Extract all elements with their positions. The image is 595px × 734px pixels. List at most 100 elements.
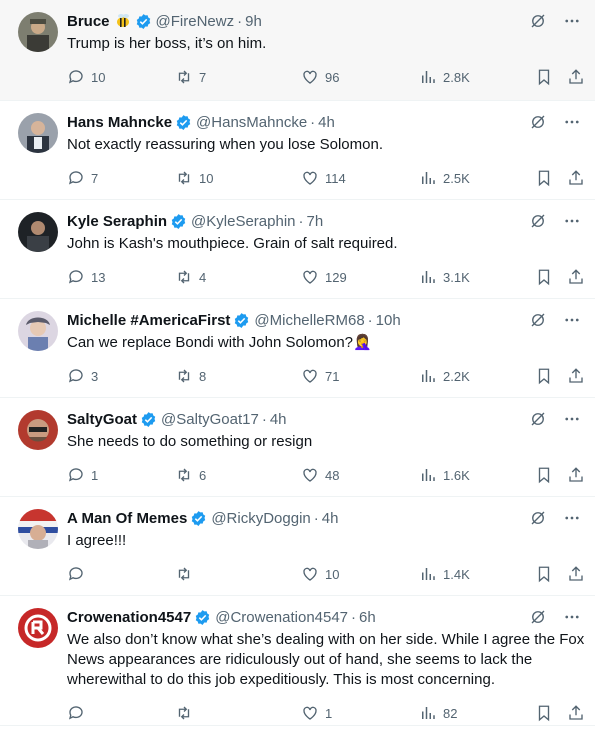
share-button[interactable]: [567, 68, 585, 86]
share-button[interactable]: [567, 704, 585, 722]
display-name[interactable]: Crowenation4547: [67, 609, 191, 626]
share-button[interactable]: [567, 565, 585, 583]
more-icon[interactable]: [563, 212, 581, 235]
reply-button[interactable]: 13: [67, 268, 105, 286]
timestamp[interactable]: 9h: [245, 13, 262, 30]
handle[interactable]: @KyleSeraphin: [191, 213, 295, 230]
more-icon[interactable]: [563, 311, 581, 334]
reply-button[interactable]: 7: [67, 169, 98, 187]
repost-button[interactable]: 6: [175, 466, 206, 484]
views-button[interactable]: 82: [419, 704, 457, 722]
like-button[interactable]: 114: [301, 169, 346, 187]
like-button[interactable]: 71: [301, 367, 339, 385]
views-button[interactable]: 1.6K: [419, 466, 470, 484]
display-name[interactable]: A Man Of Memes: [67, 510, 187, 527]
more-icon[interactable]: [563, 608, 581, 631]
handle[interactable]: @HansMahncke: [196, 114, 307, 131]
bookmark-button[interactable]: [535, 169, 553, 187]
handle[interactable]: @MichelleRM68: [254, 312, 364, 329]
more-icon[interactable]: [563, 509, 581, 532]
heart-icon: [303, 706, 317, 720]
views-button[interactable]: 2.2K: [419, 367, 470, 385]
grok-icon[interactable]: [529, 311, 547, 334]
avatar[interactable]: [18, 311, 58, 351]
like-button[interactable]: 10: [301, 565, 339, 583]
like-button[interactable]: 96: [301, 68, 339, 86]
like-button[interactable]: 48: [301, 466, 339, 484]
display-name[interactable]: Hans Mahncke: [67, 114, 172, 131]
display-name[interactable]: SaltyGoat: [67, 411, 137, 428]
handle[interactable]: @SaltyGoat17: [161, 411, 259, 428]
views-button[interactable]: 2.5K: [419, 169, 470, 187]
display-name[interactable]: Bruce: [67, 13, 110, 30]
repost-button[interactable]: [175, 704, 199, 722]
avatar[interactable]: [18, 509, 58, 549]
repost-button[interactable]: 4: [175, 268, 206, 286]
more-icon[interactable]: [563, 12, 581, 35]
timestamp[interactable]: 4h: [318, 114, 335, 131]
heart-icon: [303, 369, 317, 383]
avatar[interactable]: [18, 410, 58, 450]
reply-button[interactable]: 10: [67, 68, 105, 86]
like-button[interactable]: 1: [301, 704, 332, 722]
grok-icon[interactable]: [529, 212, 547, 235]
repost-icon: [178, 70, 190, 84]
avatar[interactable]: [18, 12, 58, 52]
repost-button[interactable]: 8: [175, 367, 206, 385]
bookmark-button[interactable]: [535, 68, 553, 86]
timestamp[interactable]: 4h: [270, 411, 287, 428]
heart-icon: [303, 567, 317, 581]
grok-icon[interactable]: [529, 12, 547, 35]
analytics-icon: [422, 271, 435, 283]
more-icon[interactable]: [563, 113, 581, 136]
reply-icon: [68, 706, 83, 720]
avatar[interactable]: [18, 608, 58, 648]
grok-icon[interactable]: [529, 410, 547, 433]
avatar[interactable]: [18, 212, 58, 252]
grok-icon[interactable]: [529, 509, 547, 532]
views-button[interactable]: 1.4K: [419, 565, 470, 583]
bookmark-icon: [538, 170, 550, 187]
bookmark-button[interactable]: [535, 466, 553, 484]
post[interactable]: Hans Mahncke @HansMahncke · 4h Not exact…: [0, 101, 595, 200]
post[interactable]: Kyle Seraphin @KyleSeraphin · 7h John is…: [0, 200, 595, 299]
reply-button[interactable]: [67, 565, 91, 583]
bookmark-button[interactable]: [535, 704, 553, 722]
handle[interactable]: @FireNewz: [156, 13, 235, 30]
timestamp[interactable]: 10h: [376, 312, 401, 329]
bookmark-button[interactable]: [535, 367, 553, 385]
like-button[interactable]: 129: [301, 268, 347, 286]
avatar[interactable]: [18, 113, 58, 153]
reply-button[interactable]: [67, 704, 91, 722]
share-icon: [569, 467, 583, 482]
repost-button[interactable]: 7: [175, 68, 206, 86]
timestamp[interactable]: 4h: [322, 510, 339, 527]
share-button[interactable]: [567, 367, 585, 385]
reply-button[interactable]: 3: [67, 367, 98, 385]
post[interactable]: Michelle #AmericaFirst @MichelleRM68 · 1…: [0, 299, 595, 398]
share-button[interactable]: [567, 169, 585, 187]
post[interactable]: Crowenation4547 @Crowenation4547 · 6h We…: [0, 596, 595, 726]
reply-button[interactable]: 1: [67, 466, 98, 484]
views-button[interactable]: 2.8K: [419, 68, 470, 86]
post[interactable]: A Man Of Memes @RickyDoggin · 4h I agree…: [0, 497, 595, 596]
verified-icon: [175, 114, 192, 131]
display-name[interactable]: Kyle Seraphin: [67, 213, 167, 230]
more-icon[interactable]: [563, 410, 581, 433]
repost-button[interactable]: [175, 565, 199, 583]
handle[interactable]: @RickyDoggin: [211, 510, 310, 527]
share-button[interactable]: [567, 466, 585, 484]
repost-button[interactable]: 10: [175, 169, 213, 187]
bookmark-button[interactable]: [535, 268, 553, 286]
views-button[interactable]: 3.1K: [419, 268, 470, 286]
timestamp[interactable]: 7h: [307, 213, 324, 230]
grok-icon[interactable]: [529, 113, 547, 136]
post[interactable]: SaltyGoat @SaltyGoat17 · 4h She needs to…: [0, 398, 595, 497]
bookmark-button[interactable]: [535, 565, 553, 583]
handle[interactable]: @Crowenation4547: [215, 609, 348, 626]
post[interactable]: Bruce @FireNewz · 9h Trump is her boss, …: [0, 0, 595, 101]
timestamp[interactable]: 6h: [359, 609, 376, 626]
display-name[interactable]: Michelle #AmericaFirst: [67, 312, 230, 329]
grok-icon[interactable]: [529, 608, 547, 631]
share-button[interactable]: [567, 268, 585, 286]
